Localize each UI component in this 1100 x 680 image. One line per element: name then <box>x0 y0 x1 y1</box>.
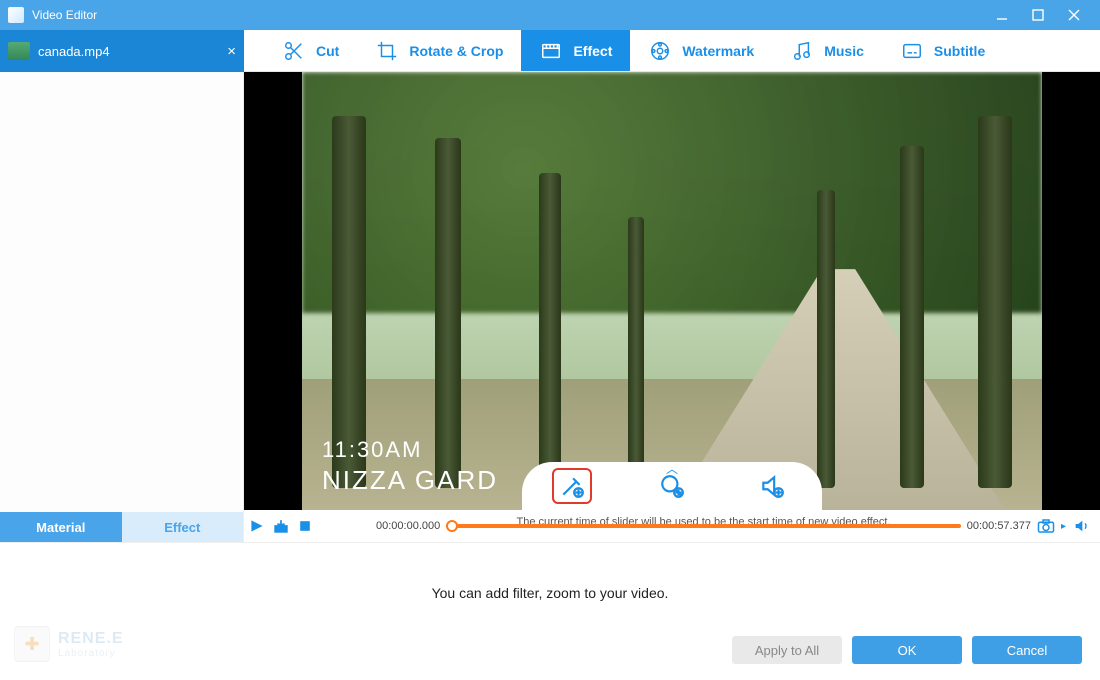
main-toolbar: Cut Rotate & Crop Effect Watermark Music… <box>244 30 1100 72</box>
button-row: Apply to All OK Cancel <box>732 636 1082 664</box>
sidebar-content <box>0 72 243 512</box>
cancel-button[interactable]: Cancel <box>972 636 1082 664</box>
ok-button[interactable]: OK <box>852 636 962 664</box>
tab-music[interactable]: Music <box>772 30 882 71</box>
file-thumb-icon <box>8 42 30 60</box>
add-audio-button[interactable] <box>752 468 792 504</box>
window-title: Video Editor <box>32 8 97 22</box>
sidebar-tabs: Material Effect <box>0 512 243 542</box>
tab-effect[interactable]: Effect <box>521 30 630 71</box>
tab-label: Cut <box>316 43 339 59</box>
export-frame-button[interactable] <box>272 517 290 535</box>
tab-cut[interactable]: Cut <box>264 30 357 71</box>
timeline-track[interactable]: The current time of slider will be used … <box>446 519 961 533</box>
file-tab-label: canada.mp4 <box>38 44 110 59</box>
stage: 11:30AM NIZZA GARD ︿ <box>244 72 1100 542</box>
brand-line1: RENE.E <box>58 630 124 648</box>
chevron-right-icon: ▸ <box>1061 521 1066 532</box>
overlay-time: 11:30AM <box>322 437 498 463</box>
close-button[interactable] <box>1056 0 1092 30</box>
effect-pill: ︿ <box>522 462 822 510</box>
tab-label: Rotate & Crop <box>409 43 503 59</box>
button-label: OK <box>898 643 917 658</box>
timeline: 00:00:00.000 The current time of slider … <box>244 510 1100 542</box>
watermark-icon <box>648 39 672 63</box>
maximize-button[interactable] <box>1020 0 1056 30</box>
music-icon <box>790 39 814 63</box>
minimize-button[interactable] <box>984 0 1020 30</box>
sidebar-tab-label: Effect <box>164 520 200 535</box>
brand-icon <box>14 626 50 662</box>
timeline-end: 00:00:57.377 <box>967 520 1031 532</box>
tab-rotate-crop[interactable]: Rotate & Crop <box>357 30 521 71</box>
file-tab-area: canada.mp4 × <box>0 30 244 72</box>
volume-button[interactable] <box>1072 517 1090 535</box>
tab-label: Music <box>824 43 864 59</box>
button-label: Cancel <box>1007 643 1047 658</box>
bottom-panel: You can add filter, zoom to your video. … <box>0 542 1100 680</box>
scissors-icon <box>282 39 306 63</box>
stop-button[interactable] <box>296 517 314 535</box>
tab-label: Watermark <box>682 43 754 59</box>
timeline-start: 00:00:00.000 <box>376 520 440 532</box>
app-icon <box>8 7 24 23</box>
chevron-up-icon[interactable]: ︿ <box>666 460 678 477</box>
sidebar: Material Effect <box>0 72 244 542</box>
subtitle-icon <box>900 39 924 63</box>
tab-label: Effect <box>573 43 612 59</box>
tab-label: Subtitle <box>934 43 985 59</box>
tab-subtitle[interactable]: Subtitle <box>882 30 1003 71</box>
video-preview[interactable]: 11:30AM NIZZA GARD ︿ <box>244 72 1100 510</box>
add-effect-button[interactable] <box>552 468 592 504</box>
file-tab-close-icon[interactable]: × <box>227 43 236 60</box>
timeline-thumb[interactable] <box>446 520 458 532</box>
file-tab[interactable]: canada.mp4 × <box>0 30 244 72</box>
film-icon <box>539 39 563 63</box>
snapshot-button[interactable] <box>1037 517 1055 535</box>
sidebar-tab-material[interactable]: Material <box>0 512 122 542</box>
bottom-message: You can add filter, zoom to your video. <box>0 543 1100 601</box>
brand-logo: RENE.E Laboratory <box>14 626 124 662</box>
button-label: Apply to All <box>755 643 819 658</box>
sidebar-tab-label: Material <box>36 520 85 535</box>
video-text-overlay: 11:30AM NIZZA GARD <box>322 437 498 496</box>
crop-icon <box>375 39 399 63</box>
play-button[interactable] <box>248 517 266 535</box>
apply-to-all-button[interactable]: Apply to All <box>732 636 842 664</box>
title-bar: Video Editor <box>0 0 1100 30</box>
tab-watermark[interactable]: Watermark <box>630 30 772 71</box>
sidebar-tab-effect[interactable]: Effect <box>122 512 244 542</box>
brand-line2: Laboratory <box>58 648 124 659</box>
overlay-title: NIZZA GARD <box>322 465 498 496</box>
